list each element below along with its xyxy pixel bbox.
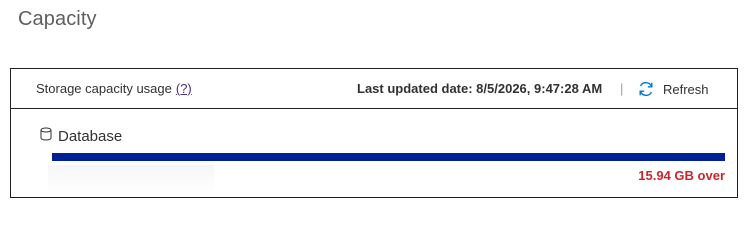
database-icon xyxy=(40,127,52,146)
storage-usage-label: Storage capacity usage (?) xyxy=(36,81,192,96)
database-capacity-bar-fill xyxy=(52,153,725,161)
page-title: Capacity xyxy=(18,8,97,30)
refresh-label: Refresh xyxy=(663,81,709,97)
help-link[interactable]: (?) xyxy=(176,81,192,96)
refresh-button[interactable]: Refresh xyxy=(637,78,709,100)
database-label: Database xyxy=(58,128,123,145)
refresh-icon xyxy=(637,80,655,98)
capacity-card: Storage capacity usage (?) Last updated d… xyxy=(10,68,738,198)
storage-usage-text: Storage capacity usage xyxy=(36,81,172,96)
database-capacity-bar xyxy=(52,153,725,161)
last-updated-date: Last updated date: 8/5/2026, 9:47:28 AM xyxy=(357,81,603,96)
separator: | xyxy=(620,81,624,96)
card-header: Storage capacity usage (?) Last updated d… xyxy=(11,69,737,109)
capacity-over-label: 15.94 GB over xyxy=(638,168,725,183)
bar-shadow xyxy=(48,165,214,193)
database-row: Database xyxy=(40,127,122,146)
